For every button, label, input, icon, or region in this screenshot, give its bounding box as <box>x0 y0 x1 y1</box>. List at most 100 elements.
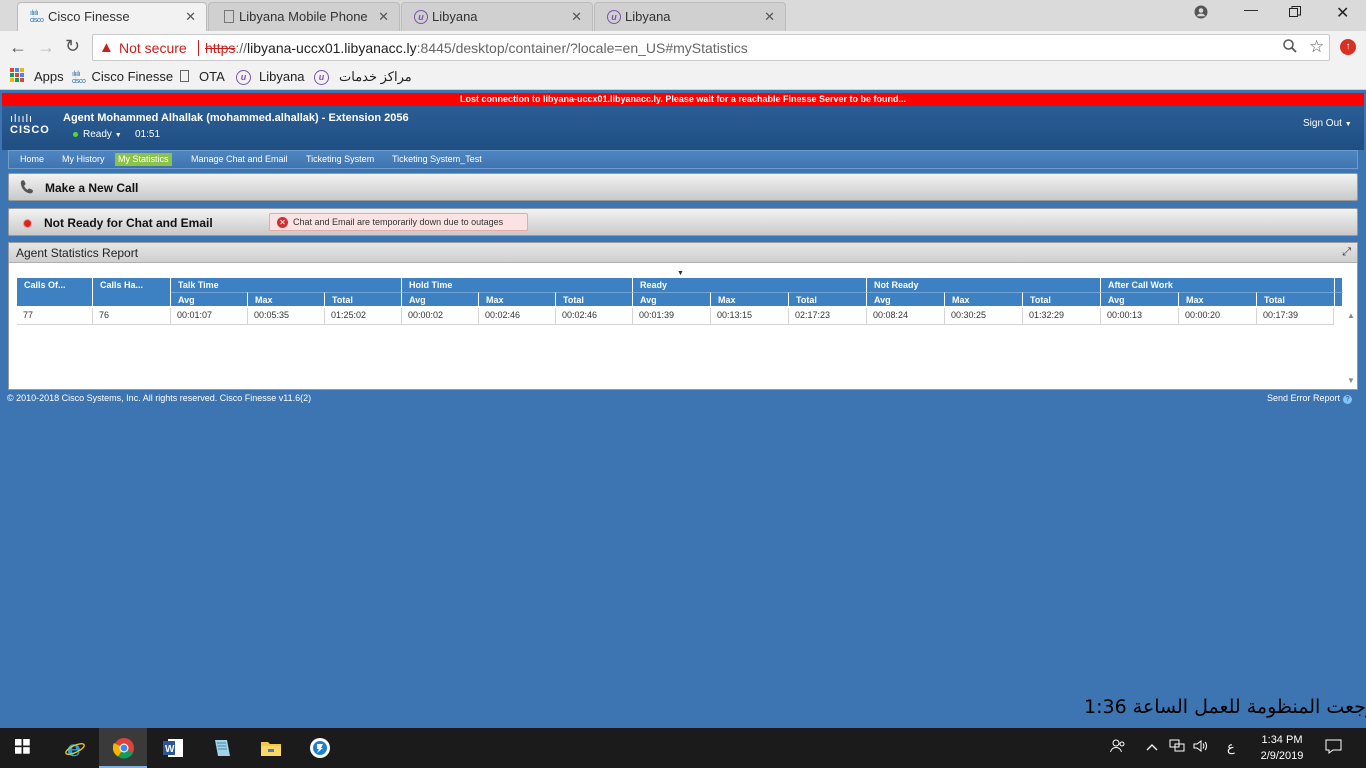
make-call-bar[interactable]: Make a New Call <box>8 173 1358 201</box>
system-clock[interactable]: 1:34 PM 2/9/2019 <box>1252 732 1312 764</box>
expand-icon[interactable]: ⤢ <box>1342 246 1351 259</box>
bookmark-apps[interactable]: Apps <box>34 69 64 84</box>
ime-indicator[interactable]: ع <box>1227 739 1235 755</box>
url-text: https://libyana-uccx01.libyanacc.ly:8445… <box>205 40 748 56</box>
libyana-icon: u <box>236 70 251 86</box>
col-header-hold-avg[interactable]: Avg <box>402 292 479 306</box>
cell-ready-max: 00:13:15 <box>711 308 789 325</box>
bookmark-label: Libyana <box>259 69 305 84</box>
profile-icon[interactable] <box>1194 5 1208 22</box>
col-header-acw-total[interactable]: Total <box>1257 292 1335 306</box>
url-scheme-separator: :// <box>235 40 248 56</box>
col-header-calls-handled[interactable]: Calls Ha... <box>93 278 171 306</box>
bookmark-star-icon[interactable]: ☆ <box>1309 37 1324 57</box>
cell-acw-avg: 00:00:13 <box>1101 308 1179 325</box>
forward-arrow-icon[interactable]: → <box>37 37 55 58</box>
col-header-acw-max[interactable]: Max <box>1179 292 1257 306</box>
cisco-jabber-icon[interactable] <box>295 728 343 768</box>
bookmark-cisco-finesse[interactable]: ılıılı cisco Cisco Finesse <box>72 69 173 85</box>
col-header-talk-avg[interactable]: Avg <box>171 292 248 306</box>
url-path: :8445/desktop/container/?locale=en_US#my… <box>416 40 748 56</box>
tab-close-icon[interactable]: ✕ <box>185 3 196 30</box>
col-header-notready-max[interactable]: Max <box>945 292 1023 306</box>
tab-my-history[interactable]: My History <box>59 153 108 166</box>
windows-start-icon[interactable] <box>0 728 48 768</box>
tab-libyana-2[interactable]: u Libyana ✕ <box>594 2 786 31</box>
back-arrow-icon[interactable]: ← <box>9 37 27 58</box>
col-header-hold-max[interactable]: Max <box>479 292 556 306</box>
minimize-icon[interactable]: — <box>1244 1 1258 17</box>
bookmark-label: مراكز خدمات <box>339 69 412 84</box>
security-separator <box>198 40 199 56</box>
col-header-talk-total[interactable]: Total <box>325 292 402 306</box>
file-explorer-icon[interactable] <box>246 728 294 768</box>
help-icon: ? <box>1343 395 1353 404</box>
copyright-footer: © 2010-2018 Cisco Systems, Inc. All righ… <box>7 393 312 403</box>
network-icon[interactable] <box>1169 739 1185 756</box>
url-input[interactable]: ▲ Not secure https://libyana-uccx01.liby… <box>92 34 1330 61</box>
col-header-hold-total[interactable]: Total <box>556 292 633 306</box>
col-header-calls-offered[interactable]: Calls Of... <box>17 278 93 306</box>
tab-libyana-mobile-phone[interactable]: Libyana Mobile Phone ✕ <box>208 2 400 31</box>
tab-ticketing-system-test[interactable]: Ticketing System_Test <box>389 153 485 166</box>
cell-acw-total: 00:17:39 <box>1257 308 1334 325</box>
table-row[interactable]: 77 76 00:01:07 00:05:35 01:25:02 00:00:0… <box>17 308 1334 325</box>
send-error-report-link[interactable]: Send Error Report? <box>1267 393 1353 404</box>
security-label[interactable]: Not secure <box>119 40 187 56</box>
bookmark-label: Apps <box>34 69 64 84</box>
chat-state-bar[interactable]: Not Ready for Chat and Email ✕ Chat and … <box>8 208 1358 236</box>
browser-tab-strip: ılıılı cisco Cisco Finesse ✕ Libyana Mobi… <box>0 0 1366 31</box>
tab-close-icon[interactable]: ✕ <box>764 3 775 30</box>
restore-icon[interactable] <box>1289 5 1301 21</box>
svg-text:W: W <box>165 744 175 755</box>
col-header-ready-avg[interactable]: Avg <box>633 292 711 306</box>
cell-hold-avg: 00:00:02 <box>402 308 479 325</box>
windows-taskbar: e W ع 1:34 PM 2/9/2019 <box>0 728 1366 768</box>
scroll-down-icon[interactable]: ▼ <box>1347 376 1355 385</box>
notepad-icon[interactable] <box>197 728 245 768</box>
internet-explorer-icon[interactable]: e <box>50 728 98 768</box>
libyana-icon: u <box>414 10 428 24</box>
table-scrollbar[interactable]: ▲ ▼ <box>1344 308 1358 388</box>
tab-close-icon[interactable]: ✕ <box>571 3 582 30</box>
cell-notready-total: 01:32:29 <box>1023 308 1101 325</box>
bookmark-service-centers[interactable]: u مراكز خدمات <box>314 69 412 86</box>
agent-name: Agent Mohammed Alhallak (mohammed.alhall… <box>63 112 409 124</box>
tab-cisco-finesse[interactable]: ılıılı cisco Cisco Finesse ✕ <box>17 2 207 31</box>
people-icon[interactable] <box>1110 739 1126 756</box>
extension-icon[interactable]: ↑ <box>1340 39 1356 55</box>
tab-home[interactable]: Home <box>17 153 47 166</box>
cell-notready-max: 00:30:25 <box>945 308 1023 325</box>
cisco-logo: ılıılı CISCO <box>10 113 50 137</box>
col-header-notready-total[interactable]: Total <box>1023 292 1101 306</box>
col-header-ready-total[interactable]: Total <box>789 292 867 306</box>
agent-state-dropdown[interactable]: Ready ▼ <box>83 129 122 140</box>
word-icon[interactable]: W <box>148 728 196 768</box>
tab-ticketing-system[interactable]: Ticketing System <box>303 153 377 166</box>
scroll-up-icon[interactable]: ▲ <box>1347 311 1355 320</box>
tab-close-icon[interactable]: ✕ <box>378 3 389 30</box>
tab-libyana-1[interactable]: u Libyana ✕ <box>401 2 593 31</box>
url-host: libyana-uccx01.libyanacc.ly <box>247 40 417 56</box>
agent-state-label: Ready <box>83 129 112 140</box>
group-header-spacer <box>1335 278 1343 292</box>
notifications-icon[interactable] <box>1325 739 1342 757</box>
col-header-talk-max[interactable]: Max <box>248 292 325 306</box>
reload-icon[interactable]: ↻ <box>65 36 80 57</box>
bookmarks-bar: Apps ılıılı cisco Cisco Finesse OTA u Libya… <box>0 64 1366 90</box>
tab-my-statistics[interactable]: My Statistics <box>115 153 172 166</box>
chrome-icon[interactable] <box>99 728 147 768</box>
bookmark-libyana[interactable]: u Libyana <box>236 69 305 86</box>
window-close-icon[interactable]: ✕ <box>1336 3 1349 23</box>
collapse-arrow-icon[interactable]: ▼ <box>677 270 684 277</box>
col-header-notready-avg[interactable]: Avg <box>867 292 945 306</box>
col-header-acw-avg[interactable]: Avg <box>1101 292 1179 306</box>
bookmark-ota[interactable]: OTA <box>180 69 225 84</box>
volume-icon[interactable] <box>1193 739 1209 756</box>
zoom-icon[interactable] <box>1283 39 1297 57</box>
chevron-up-icon[interactable] <box>1146 739 1158 754</box>
col-header-ready-max[interactable]: Max <box>711 292 789 306</box>
group-header-after-call-work: After Call Work <box>1101 278 1335 292</box>
sign-out-dropdown[interactable]: Sign Out ▼ <box>1303 118 1352 129</box>
tab-manage-chat-email[interactable]: Manage Chat and Email <box>188 153 291 166</box>
